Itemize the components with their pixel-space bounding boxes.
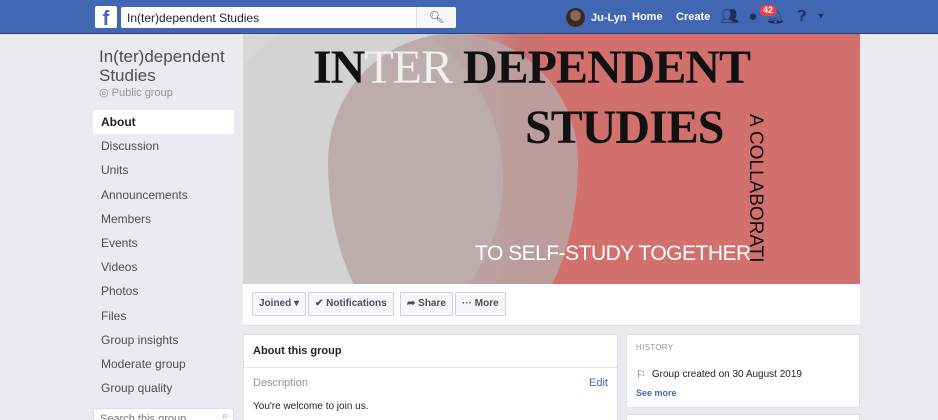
cover-tagline: TO SELF-STUDY TOGETHER xyxy=(475,242,751,265)
group-action-bar: Joined ▾ ✔ Notifications ➦ Share ··· Mor… xyxy=(243,284,860,326)
create-link[interactable]: Create xyxy=(676,11,710,23)
profile-link[interactable]: Ju-Lyn xyxy=(566,7,627,28)
sidebar-item-group-insights[interactable]: Group insights xyxy=(93,328,234,352)
cover-text: IN xyxy=(313,41,365,94)
home-link[interactable]: Home xyxy=(632,11,663,23)
history-label: HISTORY xyxy=(636,343,674,352)
cover-title-line1: INTER DEPENDENT xyxy=(313,40,751,95)
cover-photo[interactable]: INTER DEPENDENT STUDIES A COLLABORATI TO… xyxy=(243,34,860,284)
sidebar-item-photos[interactable]: Photos xyxy=(93,279,234,303)
about-card: About this group Description Edit You're… xyxy=(243,334,618,420)
group-sidebar-nav: About Discussion Units Announcements Mem… xyxy=(93,110,234,400)
share-button[interactable]: ➦ Share xyxy=(400,292,453,316)
joined-button[interactable]: Joined ▾ xyxy=(252,292,307,316)
globe-icon: ◎ xyxy=(99,87,109,99)
cover-title-line2: STUDIES xyxy=(525,101,724,154)
sidebar-item-videos[interactable]: Videos xyxy=(93,255,234,279)
sidebar-item-announcements[interactable]: Announcements xyxy=(93,183,234,207)
avatar xyxy=(566,8,585,27)
search-box: 🔍︎ xyxy=(121,7,456,28)
user-name: Ju-Lyn xyxy=(591,11,627,24)
group-privacy: ◎ Public group xyxy=(99,86,173,99)
search-icon[interactable]: ⌕ xyxy=(222,410,228,420)
friends-icon[interactable]: 👥︎ xyxy=(720,8,739,26)
sidebar-item-members[interactable]: Members xyxy=(93,207,234,231)
sidebar-item-events[interactable]: Events xyxy=(93,231,234,255)
description-text: You're welcome to join us. xyxy=(253,401,369,412)
group-created-text: Group created on 30 August 2019 xyxy=(651,369,802,380)
about-card-title: About this group xyxy=(253,345,342,357)
sidebar-item-files[interactable]: Files xyxy=(93,304,234,328)
cover-text: DEPENDENT xyxy=(452,41,751,94)
cover-text: TER xyxy=(364,41,453,94)
divider xyxy=(244,367,617,368)
sidebar-item-moderate-group[interactable]: Moderate group xyxy=(93,352,234,376)
more-button[interactable]: ··· More xyxy=(455,292,506,316)
notifications-button[interactable]: ✔ Notifications xyxy=(308,292,394,316)
help-icon[interactable]: ❓︎ xyxy=(793,8,811,26)
see-more-link[interactable]: See more xyxy=(636,388,677,398)
facebook-logo[interactable]: f xyxy=(95,6,117,28)
search-input[interactable] xyxy=(121,7,421,28)
privacy-label: Public group xyxy=(111,87,173,99)
search-icon[interactable]: 🔍︎ xyxy=(416,7,456,28)
history-card: HISTORY ⚐ Group created on 30 August 201… xyxy=(626,334,860,408)
sidebar-item-discussion[interactable]: Discussion xyxy=(93,134,234,158)
notifications-badge: 42 xyxy=(759,4,778,17)
description-label: Description xyxy=(253,377,309,389)
sidebar-item-units[interactable]: Units xyxy=(93,158,234,182)
top-navigation-bar: f 🔍︎ Ju-Lyn Home Create 👥︎ ● 🔔︎ 42 ❓︎ ▾ xyxy=(0,0,938,34)
next-card xyxy=(626,414,860,420)
flag-icon: ⚐ xyxy=(636,369,646,381)
group-search-input[interactable] xyxy=(94,411,204,420)
menu-caret-icon[interactable]: ▾ xyxy=(812,8,830,26)
edit-description-link[interactable]: Edit xyxy=(589,377,608,389)
history-row: ⚐ Group created on 30 August 2019 xyxy=(636,368,802,381)
group-search: ⌕ xyxy=(93,408,234,420)
sidebar-item-group-quality[interactable]: Group quality xyxy=(93,376,234,400)
sidebar-item-about[interactable]: About xyxy=(93,110,234,135)
cover-vertical-text: A COLLABORATI xyxy=(745,114,766,263)
group-title[interactable]: In(ter)dependent Studies xyxy=(99,47,239,85)
